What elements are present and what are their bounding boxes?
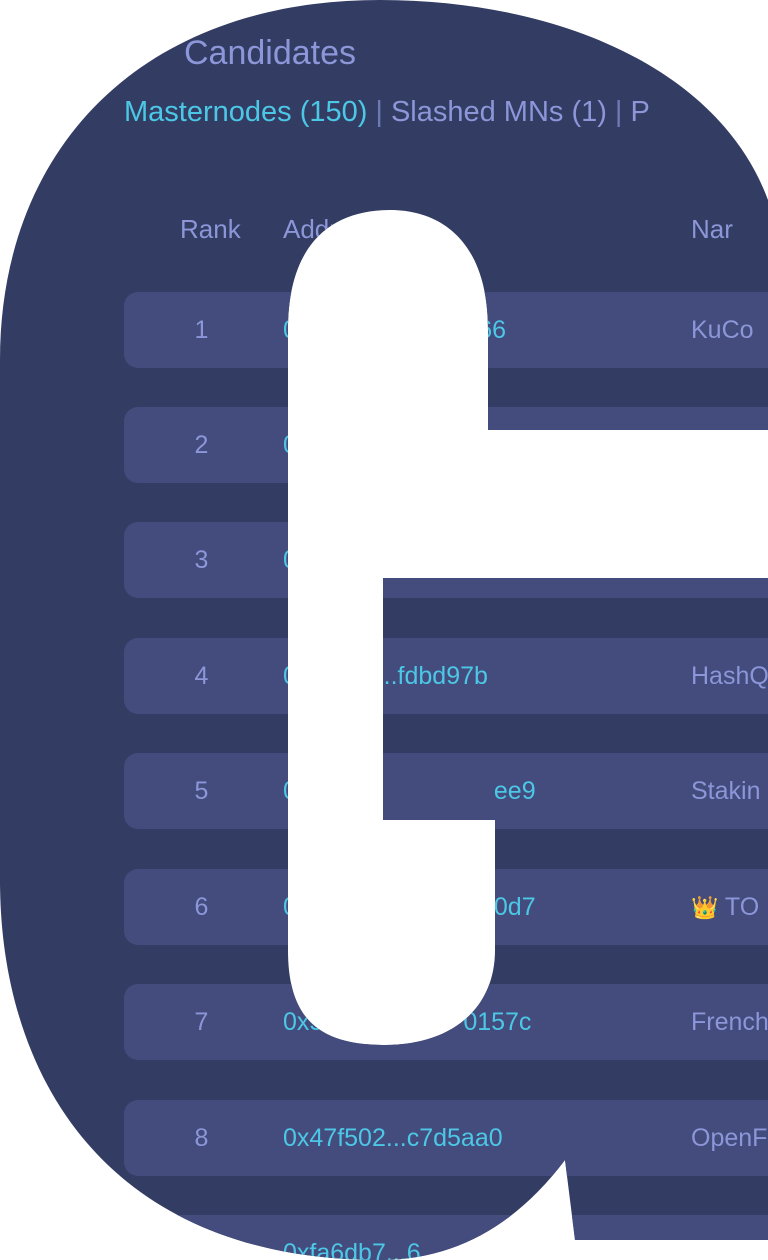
row-rank: 4 [194, 662, 209, 690]
row-address-link[interactable]: 0x47f502...c7d5aa0 [283, 1124, 503, 1153]
header-rank[interactable]: Rank [180, 214, 241, 245]
row-rank: 5 [194, 777, 209, 805]
candidate-tabs: Masternodes (150) | Slashed MNs (1) | P [124, 96, 650, 129]
table-row[interactable]: 5 0 ee9 Stakin [124, 753, 768, 829]
header-name[interactable]: Nar [691, 214, 733, 245]
tab-separator: | [614, 96, 623, 128]
row-rank: 8 [194, 1124, 209, 1152]
row-name: Stakin [691, 777, 761, 805]
tab-separator: | [375, 96, 383, 128]
row-rank: 1 [194, 316, 209, 344]
row-name: 👑 TO [691, 893, 760, 921]
row-name: HashQ [691, 662, 768, 690]
tab-masternodes[interactable]: Masternodes (150) [124, 96, 367, 128]
tab-slashed-mns[interactable]: Slashed MNs (1) [391, 96, 607, 128]
masternode-screen: Candidates Masternodes (150) | Slashed MNs… [0, 0, 768, 1260]
table-row[interactable]: 4 0 eb...fdbd97b HashQ [124, 638, 768, 714]
row-rank: 6 [194, 893, 209, 921]
tab-third[interactable]: P [630, 96, 649, 128]
row-rank: 3 [194, 546, 209, 574]
table-row[interactable]: 8 0x47f502...c7d5aa0 OpenF [124, 1100, 768, 1176]
crown-icon: 👑 [691, 895, 719, 920]
row-name: French [691, 1008, 768, 1036]
row-rank: 2 [194, 431, 209, 459]
row-name: OpenF [691, 1124, 768, 1152]
row-rank: 7 [194, 1008, 209, 1036]
page-title: Candidates [184, 34, 357, 72]
row-name: KuCo [691, 316, 754, 344]
